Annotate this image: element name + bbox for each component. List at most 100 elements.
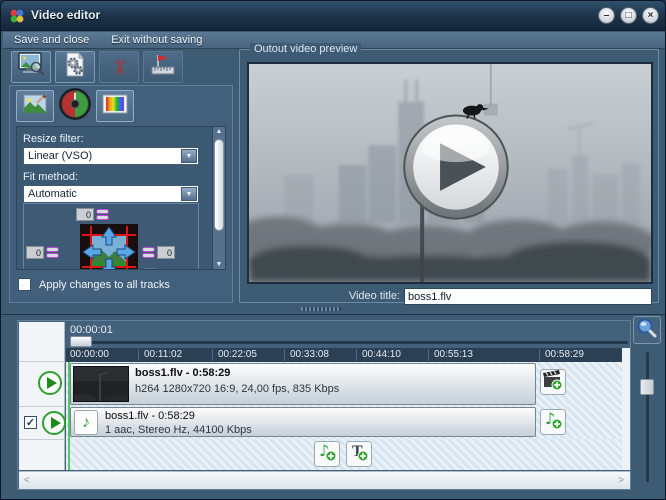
audio-clip-title: boss1.flv - 0:58:29 (105, 410, 195, 422)
flag-ruler-icon (150, 53, 176, 81)
spinner-buttons[interactable] (142, 246, 155, 259)
scissors-icon: ✂ (108, 58, 129, 76)
video-clip-title: boss1.flv - 0:58:29 (135, 367, 230, 379)
preview-frame-image (249, 64, 651, 282)
crop-group: 0 0 0 0 (23, 203, 199, 270)
video-track-row: boss1.flv - 0:58:29 h264 1280x720 16:9, … (66, 362, 622, 406)
timeline-zoom-slider-thumb[interactable] (640, 379, 654, 395)
spinner-buttons[interactable] (46, 246, 59, 259)
video-clip-thumbnail (73, 366, 129, 402)
file-gears-icon (63, 52, 87, 83)
position-slider-thumb[interactable] (70, 336, 92, 347)
ruler-label: 00:58:29 (545, 349, 584, 360)
track-header-column (19, 322, 65, 470)
crop-top-spinner[interactable]: 0 (76, 208, 109, 221)
crop-right-spinner[interactable]: 0 (142, 246, 175, 259)
video-clip-info: h264 1280x720 16:9, 24,00 fps, 835 Kbps (135, 383, 339, 395)
new-track-row: ♪ T (66, 439, 622, 470)
preview-tool-button[interactable] (11, 51, 51, 83)
timeline-end-area (622, 348, 630, 470)
position-slider-track[interactable] (70, 341, 628, 344)
markers-tool-button[interactable] (143, 51, 183, 83)
audio-clip[interactable]: ♪ boss1.flv - 0:58:29 1 aac, Stereo Hz, … (70, 407, 536, 437)
symmetric-label: Symmetric (162, 269, 214, 271)
process-tool-button[interactable] (55, 51, 95, 83)
play-overlay (404, 116, 507, 219)
maximize-button[interactable]: □ (620, 7, 637, 24)
clapperboard-add-icon (542, 369, 564, 396)
titlebar: Video editor – □ × (1, 1, 666, 31)
play-icon (47, 377, 57, 389)
chevron-down-icon[interactable]: ▼ (181, 187, 197, 201)
scrollbar-thumb[interactable] (214, 139, 224, 231)
audio-track-row: ♪ boss1.flv - 0:58:29 1 aac, Stereo Hz, … (66, 406, 622, 439)
resize-filter-dropdown[interactable]: Linear (VSO) ▼ (23, 147, 199, 165)
music-note-icon: ♪ (82, 414, 90, 431)
chevron-down-icon[interactable]: ▼ (181, 149, 197, 163)
tab-speed[interactable] (56, 90, 94, 122)
fit-method-value: Automatic (28, 188, 77, 200)
ruler-label: 00:11:02 (144, 349, 182, 360)
add-audio-clip-button[interactable]: ♪ (540, 409, 566, 435)
spinner-buttons[interactable] (96, 208, 109, 221)
window-controls: – □ × (598, 7, 659, 24)
apply-all-checkbox[interactable]: ✓ (18, 278, 31, 291)
magnifier-icon (635, 316, 659, 345)
timeline-panel: ✓ 00:00:01 00:00:00 00:11:02 00:22:05 00… (1, 314, 666, 500)
add-video-clip-button[interactable] (540, 369, 566, 395)
playhead-marker[interactable] (68, 362, 70, 470)
music-note-add-icon: ♪ (316, 441, 338, 468)
timeline-ruler[interactable]: 00:00:00 00:11:02 00:22:05 00:33:08 00:4… (66, 348, 622, 362)
ruler-label: 00:55:13 (434, 349, 473, 360)
crop-preview-widget[interactable] (80, 224, 138, 270)
settings-scroll-area: Resize filter: Linear (VSO) ▼ Fit method… (16, 126, 222, 270)
minimize-button[interactable]: – (598, 7, 615, 24)
video-title-input[interactable] (404, 288, 652, 305)
symmetric-checkbox[interactable]: ✓ (144, 268, 157, 270)
settings-scrollbar[interactable]: ▲ ▼ (212, 126, 226, 270)
fit-method-label: Fit method: (23, 171, 78, 183)
ruler-label: 00:22:05 (218, 349, 257, 360)
preview-group: Outout video preview (239, 49, 659, 303)
scroll-left-icon[interactable]: < (24, 475, 30, 486)
ruler-label: 00:44:10 (362, 349, 401, 360)
menu-save-and-close[interactable]: Save and close (3, 33, 100, 47)
ruler-label: 00:00:00 (70, 349, 109, 360)
resize-filter-value: Linear (VSO) (28, 150, 92, 162)
play-audio-track-button[interactable] (42, 411, 66, 435)
video-clip[interactable]: boss1.flv - 0:58:29 h264 1280x720 16:9, … (70, 363, 536, 405)
crop-left-spinner[interactable]: 0 (26, 246, 59, 259)
scroll-right-icon[interactable]: > (618, 475, 624, 486)
menu-exit-without-saving[interactable]: Exit without saving (100, 33, 213, 47)
audio-clip-info: 1 aac, Stereo Hz, 44100 Kbps (105, 424, 252, 436)
video-title-label: Video title: (349, 290, 400, 302)
timeline-frame: ✓ 00:00:01 00:00:00 00:11:02 00:22:05 00… (17, 320, 631, 490)
cut-tool-button[interactable]: ✂ (99, 51, 139, 83)
play-icon (51, 417, 61, 429)
gauge-icon (59, 88, 91, 125)
timeline-zoom-button[interactable] (633, 316, 661, 344)
image-edit-icon (23, 94, 47, 119)
fit-method-dropdown[interactable]: Automatic ▼ (23, 185, 199, 203)
tab-resize-crop[interactable] (16, 90, 54, 122)
apply-all-label: Apply changes to all tracks (39, 279, 170, 291)
video-preview[interactable] (247, 62, 653, 284)
tab-color[interactable] (96, 90, 134, 122)
audio-file-icon: ♪ (74, 410, 98, 435)
current-position: 00:00:01 (70, 324, 113, 336)
video-title-row: Video title: (240, 288, 660, 305)
close-button[interactable]: × (642, 7, 659, 24)
scroll-up-icon[interactable]: ▲ (213, 128, 225, 135)
add-audio-track-button[interactable]: ♪ (314, 441, 340, 467)
resize-filter-label: Resize filter: (23, 133, 84, 145)
scroll-down-icon[interactable]: ▼ (213, 261, 225, 268)
splitter-handle[interactable] (301, 307, 341, 311)
horizontal-scrollbar[interactable]: < > (19, 471, 630, 489)
timeline-zoom-slider-track[interactable] (646, 352, 649, 482)
add-text-track-button[interactable]: T (346, 441, 372, 467)
play-video-track-button[interactable] (38, 371, 62, 395)
audio-track-checkbox[interactable]: ✓ (24, 416, 37, 429)
app-icon (9, 8, 25, 24)
settings-panel: Resize filter: Linear (VSO) ▼ Fit method… (9, 85, 233, 303)
music-note-add-icon: ♪ (542, 409, 564, 436)
